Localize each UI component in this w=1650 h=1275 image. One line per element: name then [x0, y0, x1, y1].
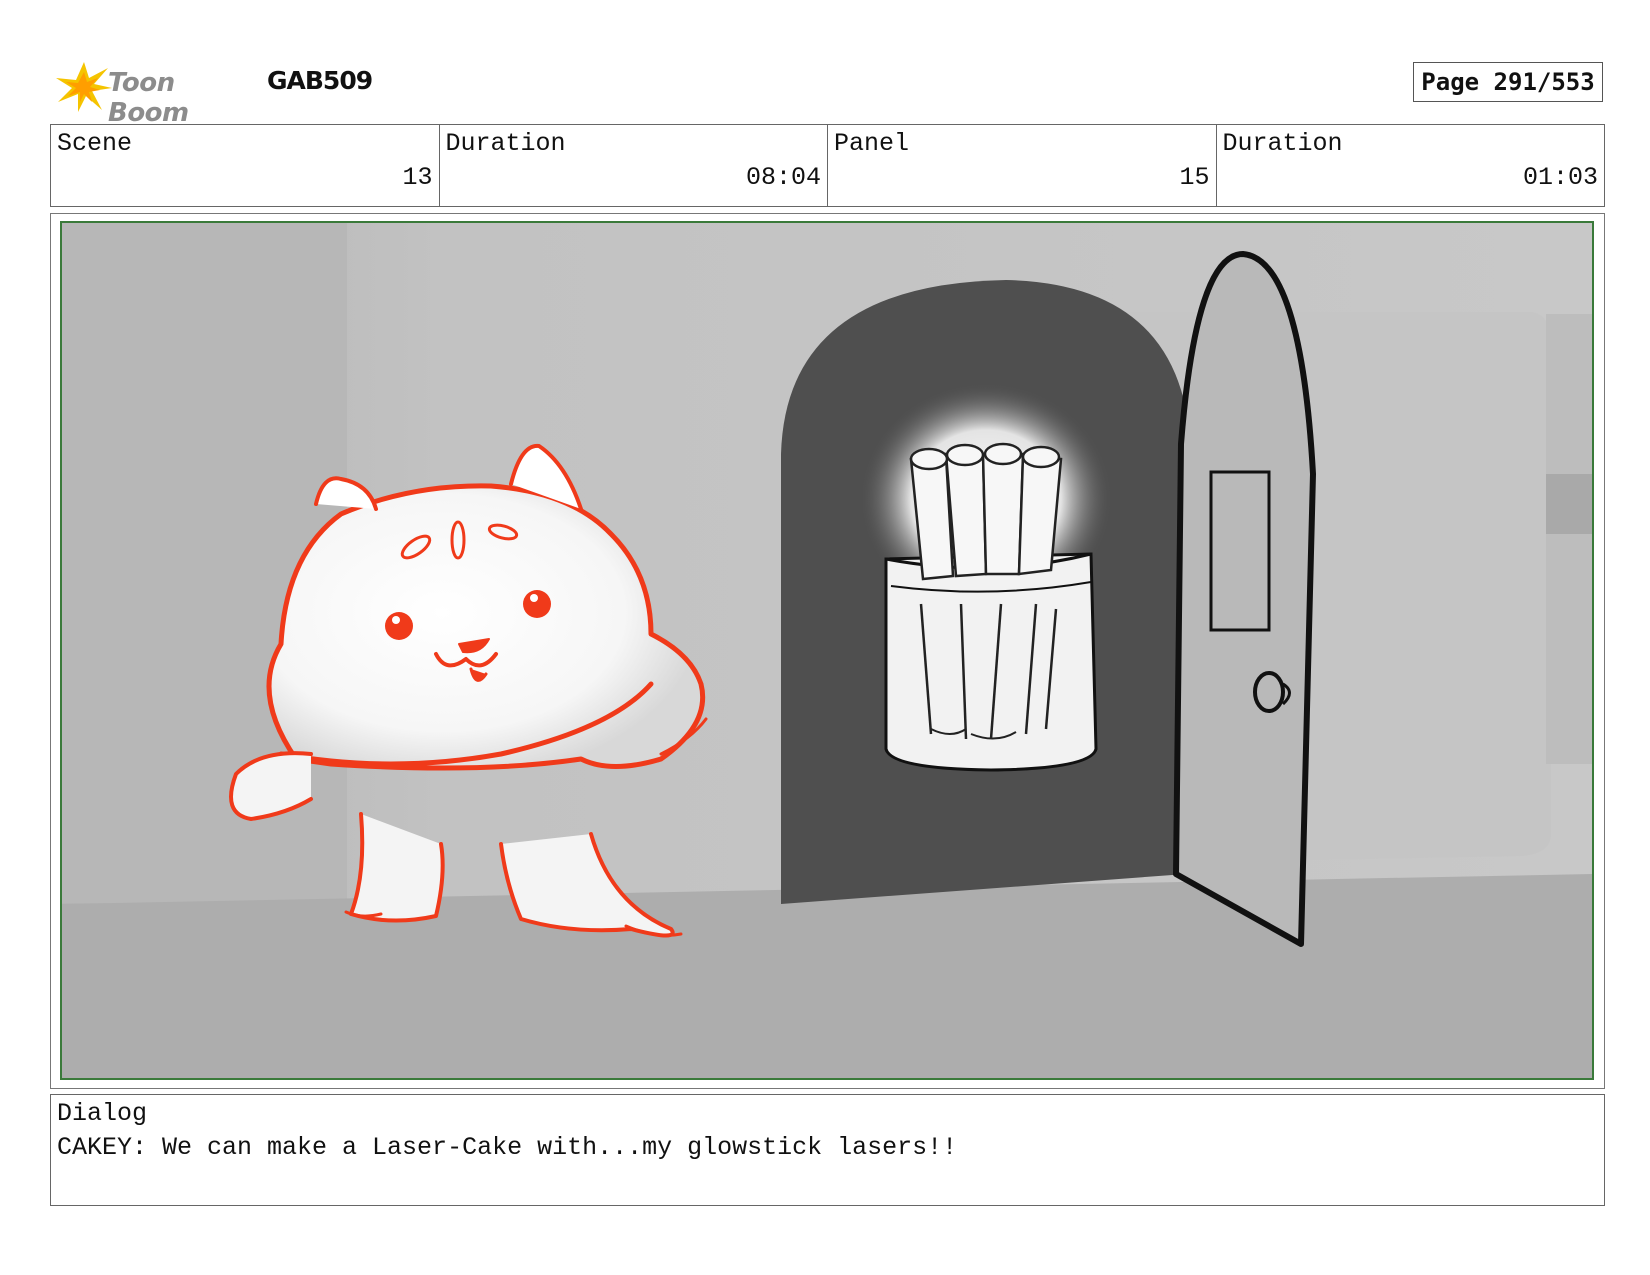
scene-cell: Scene 13: [51, 125, 440, 206]
panel-value: 15: [1179, 163, 1210, 192]
scene-duration-cell: Duration 08:04: [440, 125, 828, 206]
panel-duration-value: 01:03: [1522, 163, 1598, 192]
panel-duration-cell: Duration 01:03: [1217, 125, 1605, 206]
toon-boom-logo: Toon Boom: [54, 58, 254, 128]
panel-label: Panel: [834, 129, 910, 158]
panel-cell: Panel 15: [828, 125, 1217, 206]
scene-duration-label: Duration: [445, 129, 566, 158]
dialog-label: Dialog: [57, 1099, 148, 1128]
panel-info-table: Scene 13 Duration 08:04 Panel 15 Duratio…: [50, 124, 1605, 207]
dialog-text: CAKEY: We can make a Laser-Cake with...m…: [57, 1133, 958, 1162]
logo-text: Toon Boom: [108, 68, 189, 128]
project-code: GAB509: [267, 66, 373, 95]
page-indicator: Page 291/553: [1413, 62, 1603, 102]
scene-value: 13: [402, 163, 433, 192]
open-door: [1173, 251, 1316, 947]
storyboard-frame: [50, 213, 1605, 1089]
panel-duration-label: Duration: [1222, 129, 1343, 158]
scene-duration-value: 08:04: [745, 163, 821, 192]
starburst-icon: [56, 62, 112, 112]
door-knob-icon: [1253, 671, 1285, 713]
dialog-box: Dialog CAKEY: We can make a Laser-Cake w…: [50, 1094, 1605, 1206]
scene-label: Scene: [57, 129, 133, 158]
storyboard-drawing: [60, 221, 1594, 1080]
